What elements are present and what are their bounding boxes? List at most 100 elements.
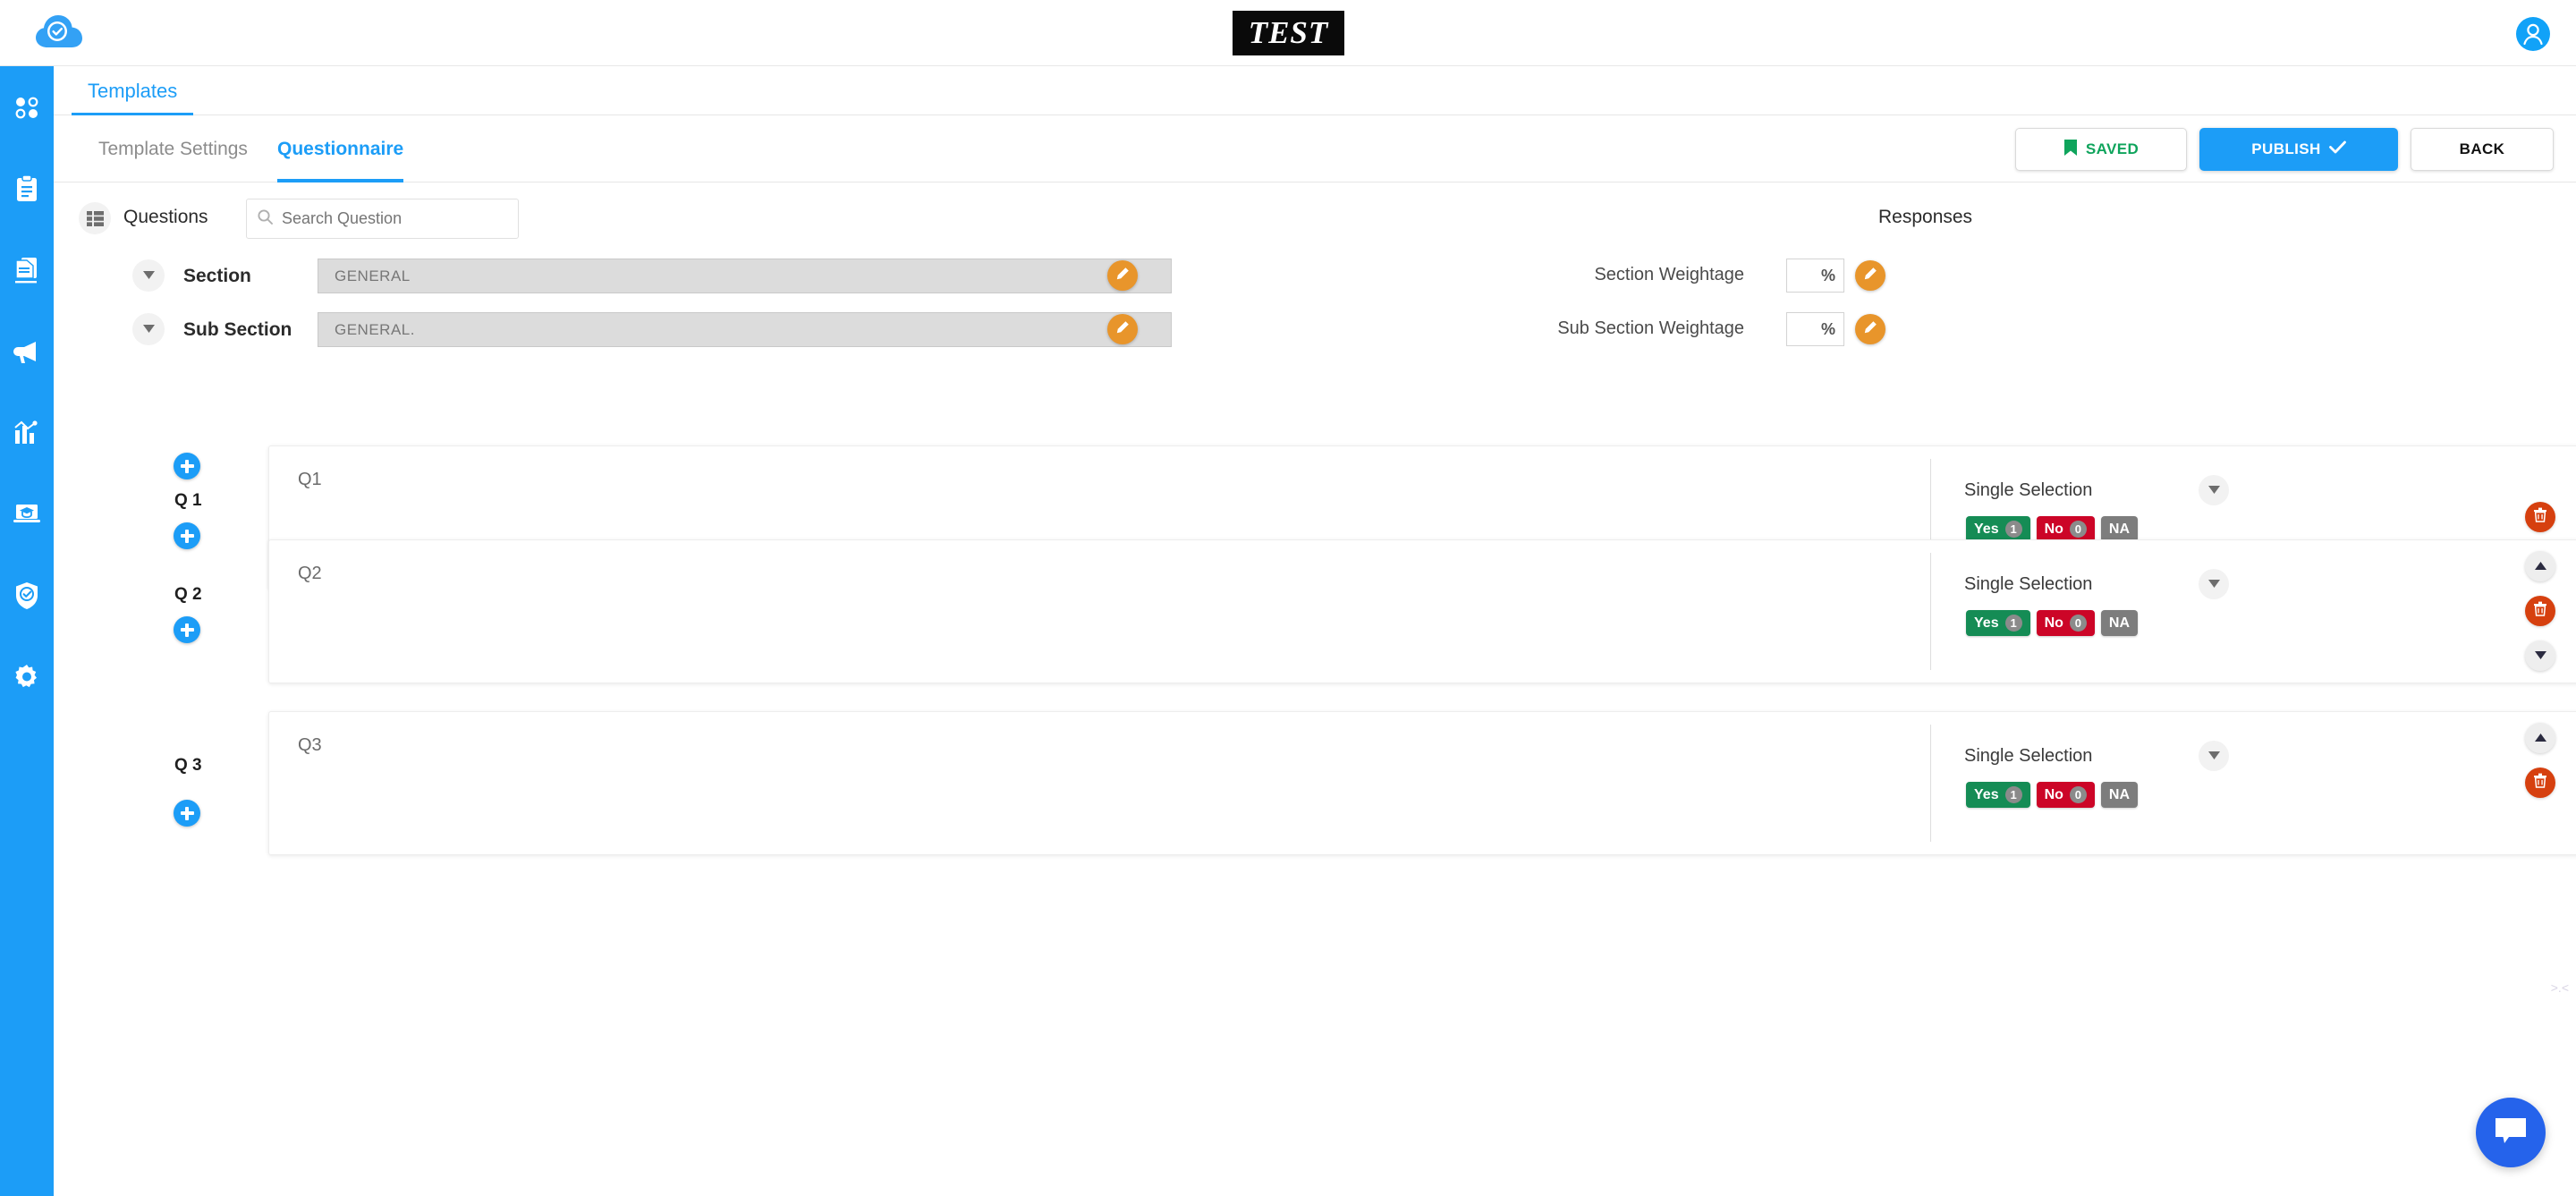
chevron-down-icon — [2207, 482, 2220, 498]
response-label-na-1: NA — [2108, 521, 2131, 537]
shield-check-icon — [14, 581, 39, 610]
chat-bubble-icon — [2494, 1116, 2528, 1149]
back-button-label: BACK — [2459, 140, 2505, 157]
response-label-yes-3: Yes — [1974, 786, 1999, 802]
main-content: Templates Template Settings Questionnair… — [54, 66, 2576, 1196]
response-badge-yes-2[interactable]: Yes 1 — [1966, 610, 2030, 636]
sub-section-weightage-label: Sub Section Weightage — [1557, 318, 1744, 338]
sidebar-item-settings[interactable] — [0, 636, 54, 717]
sidebar-item-reports[interactable] — [0, 392, 54, 473]
response-badge-na-3[interactable]: NA — [2100, 782, 2139, 808]
question-card-2: Q2 Single Selection Yes 1 No 0 NA — [268, 539, 2576, 683]
chevron-up-icon — [2534, 558, 2546, 574]
corner-mark: >.< — [2550, 980, 2569, 995]
sub-section-name-field[interactable]: GENERAL. — [318, 312, 1172, 347]
response-badge-no-2[interactable]: No 0 — [2036, 610, 2095, 636]
selection-type-dropdown-1[interactable] — [2199, 475, 2229, 505]
question-text-3: Q3 — [298, 735, 322, 755]
move-up-question-2[interactable] — [2525, 551, 2555, 581]
sidebar-item-dashboard[interactable] — [0, 66, 54, 148]
question-number-2: Q 2 — [174, 585, 202, 604]
pencil-icon — [1115, 320, 1130, 339]
add-question-below-q1[interactable] — [174, 522, 200, 549]
question-number-3: Q 3 — [174, 756, 202, 775]
section-label: Section — [183, 266, 251, 286]
saved-button[interactable]: SAVED — [2015, 128, 2187, 171]
sidebar-item-compliance[interactable] — [0, 555, 54, 636]
section-name-value: GENERAL — [335, 267, 411, 284]
check-icon — [2328, 140, 2346, 158]
sub-section-weightage-edit-button[interactable] — [1855, 314, 1885, 344]
response-score-no-2: 0 — [2069, 615, 2087, 632]
search-icon — [258, 208, 273, 229]
tab-questionnaire[interactable]: Questionnaire — [277, 115, 404, 182]
questions-header: Questions Responses — [54, 182, 2576, 252]
add-question-above-q1[interactable] — [174, 453, 200, 479]
selection-type-1: Single Selection — [1964, 480, 2093, 500]
section-collapse-toggle[interactable] — [132, 259, 165, 292]
sub-section-collapse-toggle[interactable] — [132, 313, 165, 345]
delete-question-3[interactable] — [2525, 768, 2555, 798]
sub-section-name-value: GENERAL. — [335, 320, 415, 338]
card-divider — [1930, 725, 1931, 842]
megaphone-icon — [13, 339, 41, 364]
delete-question-1[interactable] — [2525, 502, 2555, 532]
section-edit-button[interactable] — [1107, 260, 1138, 291]
delete-question-2[interactable] — [2525, 596, 2555, 626]
sidebar-item-training[interactable] — [0, 473, 54, 555]
app-root: TEST Templates Template Settings Questio… — [0, 0, 2576, 1196]
response-badge-yes-1[interactable]: Yes 1 — [1966, 516, 2030, 542]
list-icon[interactable] — [79, 202, 111, 234]
publish-button[interactable]: PUBLISH — [2199, 128, 2398, 171]
cloud-check-icon[interactable] — [27, 5, 89, 59]
section-row: Section GENERAL Section Weightage % — [54, 252, 2576, 306]
response-label-no-2: No — [2044, 615, 2063, 631]
response-label-no-3: No — [2044, 786, 2063, 802]
section-name-field[interactable]: GENERAL — [318, 259, 1172, 293]
sidebar-item-tasks[interactable] — [0, 148, 54, 229]
brand-badge-label: TEST — [1248, 15, 1329, 50]
response-badge-yes-3[interactable]: Yes 1 — [1966, 782, 2030, 808]
toolbar-actions: SAVED PUBLISH BACK — [2015, 128, 2554, 171]
selection-type-3: Single Selection — [1964, 746, 2093, 766]
chat-button[interactable] — [2476, 1098, 2546, 1167]
publish-button-label: PUBLISH — [2251, 140, 2321, 157]
add-question-below-q2[interactable] — [174, 616, 200, 643]
bar-chart-icon — [13, 420, 40, 446]
graduation-laptop-icon — [13, 503, 41, 526]
tab-templates[interactable]: Templates — [63, 66, 202, 115]
question-card-3: Q3 Single Selection Yes 1 No 0 NA — [268, 711, 2576, 855]
selection-type-dropdown-2[interactable] — [2199, 569, 2229, 599]
response-badge-no-1[interactable]: No 0 — [2036, 516, 2095, 542]
add-question-below-q3[interactable] — [174, 800, 200, 827]
user-avatar-icon[interactable] — [2515, 16, 2551, 52]
response-label-yes-1: Yes — [1974, 521, 1999, 537]
sub-section-weightage-input[interactable]: % — [1786, 312, 1844, 346]
sub-section-edit-button[interactable] — [1107, 314, 1138, 344]
move-up-question-3[interactable] — [2525, 723, 2555, 753]
brand-badge: TEST — [1233, 11, 1344, 55]
response-badge-no-3[interactable]: No 0 — [2036, 782, 2095, 808]
pencil-icon — [1863, 320, 1877, 339]
response-badges-3: Yes 1 No 0 NA — [1966, 782, 2139, 808]
back-button[interactable]: BACK — [2411, 128, 2554, 171]
sidebar-item-announcements[interactable] — [0, 310, 54, 392]
chevron-up-icon — [2534, 730, 2546, 746]
card-divider — [1930, 553, 1931, 670]
selection-type-2: Single Selection — [1964, 574, 2093, 594]
question-text-2: Q2 — [298, 564, 322, 583]
tab-template-settings-label: Template Settings — [98, 138, 248, 159]
response-badge-na-2[interactable]: NA — [2100, 610, 2139, 636]
sidebar-item-documents[interactable] — [0, 229, 54, 310]
search-input[interactable] — [282, 209, 507, 228]
selection-type-dropdown-3[interactable] — [2199, 741, 2229, 771]
clipboard-icon — [15, 174, 38, 203]
move-down-question-2[interactable] — [2525, 640, 2555, 671]
search-question-box[interactable] — [246, 199, 519, 239]
tab-template-settings[interactable]: Template Settings — [98, 115, 248, 182]
bookmark-icon — [2063, 139, 2078, 161]
section-weightage-input[interactable]: % — [1786, 259, 1844, 293]
chevron-down-icon — [2534, 648, 2546, 664]
section-weightage-edit-button[interactable] — [1855, 260, 1885, 291]
response-badge-na-1[interactable]: NA — [2100, 516, 2139, 542]
